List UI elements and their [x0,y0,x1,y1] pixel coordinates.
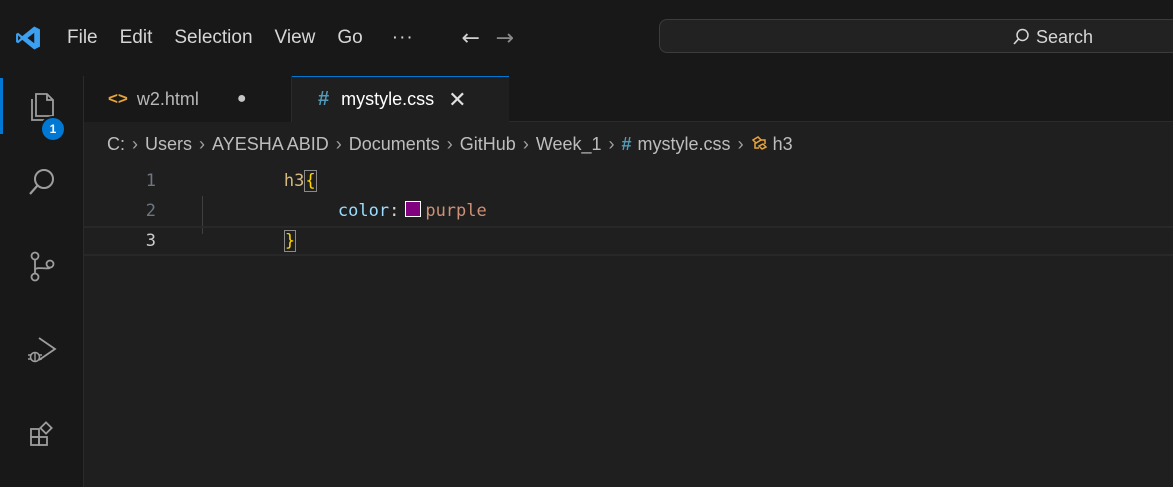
command-center-search[interactable]: Search [659,19,1173,53]
search-icon [29,169,54,195]
tab-mystyle-css[interactable]: # mystyle.css ✕ [292,76,509,122]
run-debug-button[interactable] [0,320,84,380]
menu-more[interactable]: ··· [374,0,432,76]
explorer-button[interactable]: 1 [0,76,84,142]
unsaved-dot-icon[interactable]: ● [237,90,247,108]
breadcrumb-users[interactable]: Users [145,134,192,155]
chevron-right-icon: › [608,133,615,154]
back-arrow-icon[interactable]: ← [454,26,488,51]
extensions-icon [30,421,53,446]
extensions-button[interactable] [0,404,84,464]
explorer-badge: 1 [40,116,66,142]
search-icon [1013,28,1029,45]
search-placeholder: Search [1036,26,1094,47]
menu-go[interactable]: Go [326,0,373,76]
chevron-right-icon: › [335,133,342,154]
line-number: 1 [145,171,156,191]
source-control-button[interactable] [0,236,84,296]
vscode-window: File Edit Selection View Go ··· ← → Sear… [0,0,1173,487]
tab-label: w2.html [136,88,199,109]
close-icon[interactable]: ✕ [448,87,466,113]
code-line[interactable]: 1 h3{ [84,166,1173,196]
breadcrumb-documents[interactable]: Documents [349,134,440,155]
forward-arrow-icon[interactable]: → [488,26,522,51]
menu-edit[interactable]: Edit [109,0,164,76]
line-number: 2 [145,201,156,221]
search-view-button[interactable] [0,152,84,212]
activity-bar: 1 [0,76,84,487]
menu-bar: File Edit Selection View Go ··· [56,0,432,76]
tab-label: mystyle.css [341,89,435,109]
chevron-right-icon: › [132,133,138,154]
html-file-icon: <> [108,89,128,108]
breadcrumb-file[interactable]: mystyle.css [638,134,731,155]
selector-symbol-icon [751,135,769,153]
title-bar: File Edit Selection View Go ··· ← → Sear… [0,0,1173,76]
code-editor[interactable]: 1 h3{ 2 color: purple 3 } [84,166,1173,487]
navigation-arrows: ← → [454,26,522,51]
breadcrumb-drive[interactable]: C: [107,134,125,155]
tab-w2-html[interactable]: <> w2.html ● [84,76,292,122]
css-value: purple [425,201,487,221]
color-swatch[interactable] [405,201,422,217]
source-control-icon [30,251,55,282]
code-line-current[interactable]: 3 } [84,226,1173,256]
menu-selection[interactable]: Selection [163,0,263,76]
colon: : [389,201,400,221]
run-debug-icon [28,337,57,363]
breadcrumb-symbol[interactable]: h3 [773,134,793,155]
menu-file[interactable]: File [56,0,109,76]
line-number: 3 [145,231,156,251]
chevron-right-icon: › [737,133,744,154]
chevron-right-icon: › [446,133,453,154]
close-brace: } [283,230,297,252]
breadcrumb-github[interactable]: GitHub [460,134,516,155]
breadcrumb-week[interactable]: Week_1 [536,134,602,155]
editor-tabs: <> w2.html ● # mystyle.css ✕ [84,76,1173,122]
css-file-icon: # [621,133,632,154]
css-property: color [337,201,390,221]
css-file-icon: # [318,88,330,110]
chevron-right-icon: › [522,133,529,154]
menu-view[interactable]: View [264,0,327,76]
vscode-logo-icon [0,0,56,76]
